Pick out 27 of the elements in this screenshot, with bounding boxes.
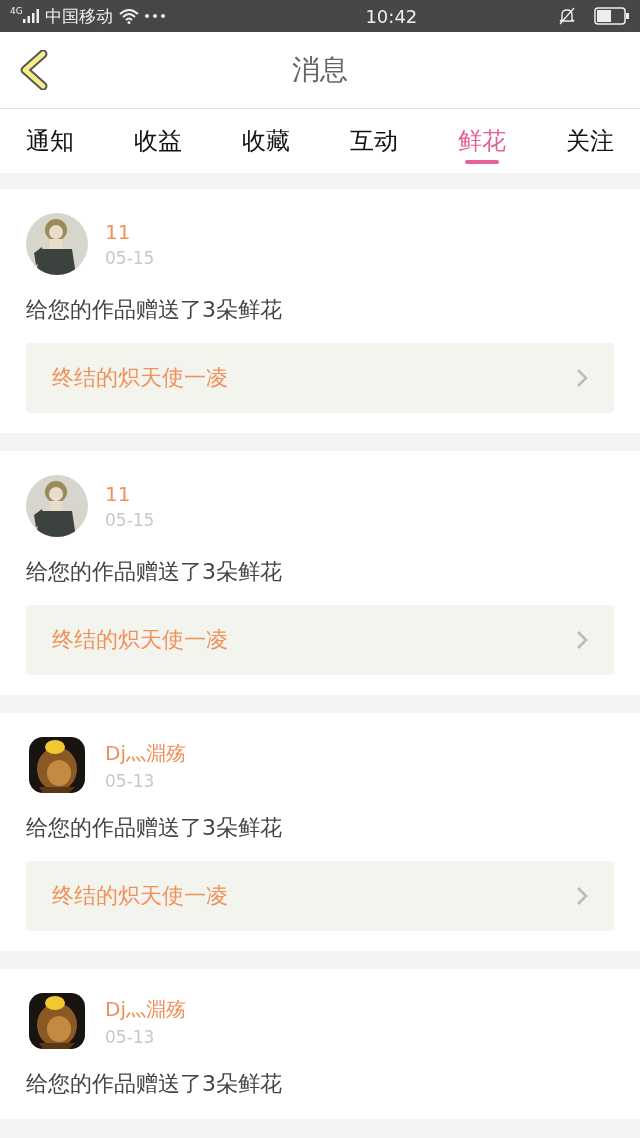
tab[interactable]: 收益 <box>134 109 182 173</box>
user-name: 11 <box>105 482 132 506</box>
chevron-right-icon <box>576 886 588 906</box>
message-text: 给您的作品赠送了3朵鲜花 <box>26 558 282 586</box>
message-text: 给您的作品赠送了3朵鲜花 <box>26 296 282 324</box>
chevron-right-icon <box>576 368 588 388</box>
bell-off-icon <box>558 7 576 25</box>
message-text: 给您的作品赠送了3朵鲜花 <box>26 814 282 842</box>
user-name: Dj灬淵殇 <box>105 739 186 767</box>
signal-icon <box>22 9 39 23</box>
clock-time: 10:42 <box>364 5 418 27</box>
tab[interactable]: 通知 <box>26 109 74 173</box>
tab-underline <box>465 160 499 164</box>
chevron-right-icon <box>576 630 588 650</box>
user-name: 11 <box>105 220 132 244</box>
wifi-icon <box>118 8 139 24</box>
tab[interactable]: 互动 <box>350 109 398 173</box>
carrier-name: 中国移动 <box>44 4 113 28</box>
battery-icon <box>594 7 630 25</box>
tab[interactable]: 收藏 <box>242 109 290 173</box>
user-name: Dj灬淵殇 <box>105 995 186 1023</box>
more-icon <box>144 14 165 18</box>
network-type: 4G <box>10 6 23 16</box>
back-chevron-icon <box>19 50 49 90</box>
message-text: 给您的作品赠送了3朵鲜花 <box>26 1070 282 1098</box>
page-title: 消息 <box>292 52 348 88</box>
tab[interactable]: 关注 <box>566 109 614 173</box>
